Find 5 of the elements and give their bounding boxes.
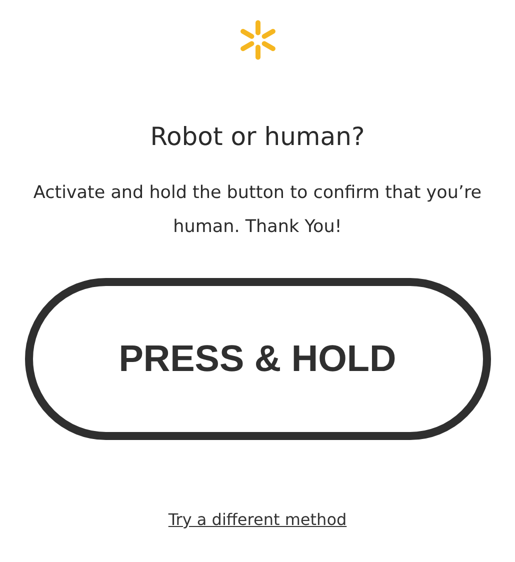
spark-logo-icon <box>238 20 278 60</box>
different-method-link[interactable]: Try a different method <box>168 510 347 529</box>
instruction-text: Activate and hold the button to confirm that you’re human. Thank You! <box>32 182 483 239</box>
press-and-hold-button[interactable]: PRESS & HOLD <box>24 278 490 440</box>
page-title: Robot or human? <box>150 122 365 152</box>
